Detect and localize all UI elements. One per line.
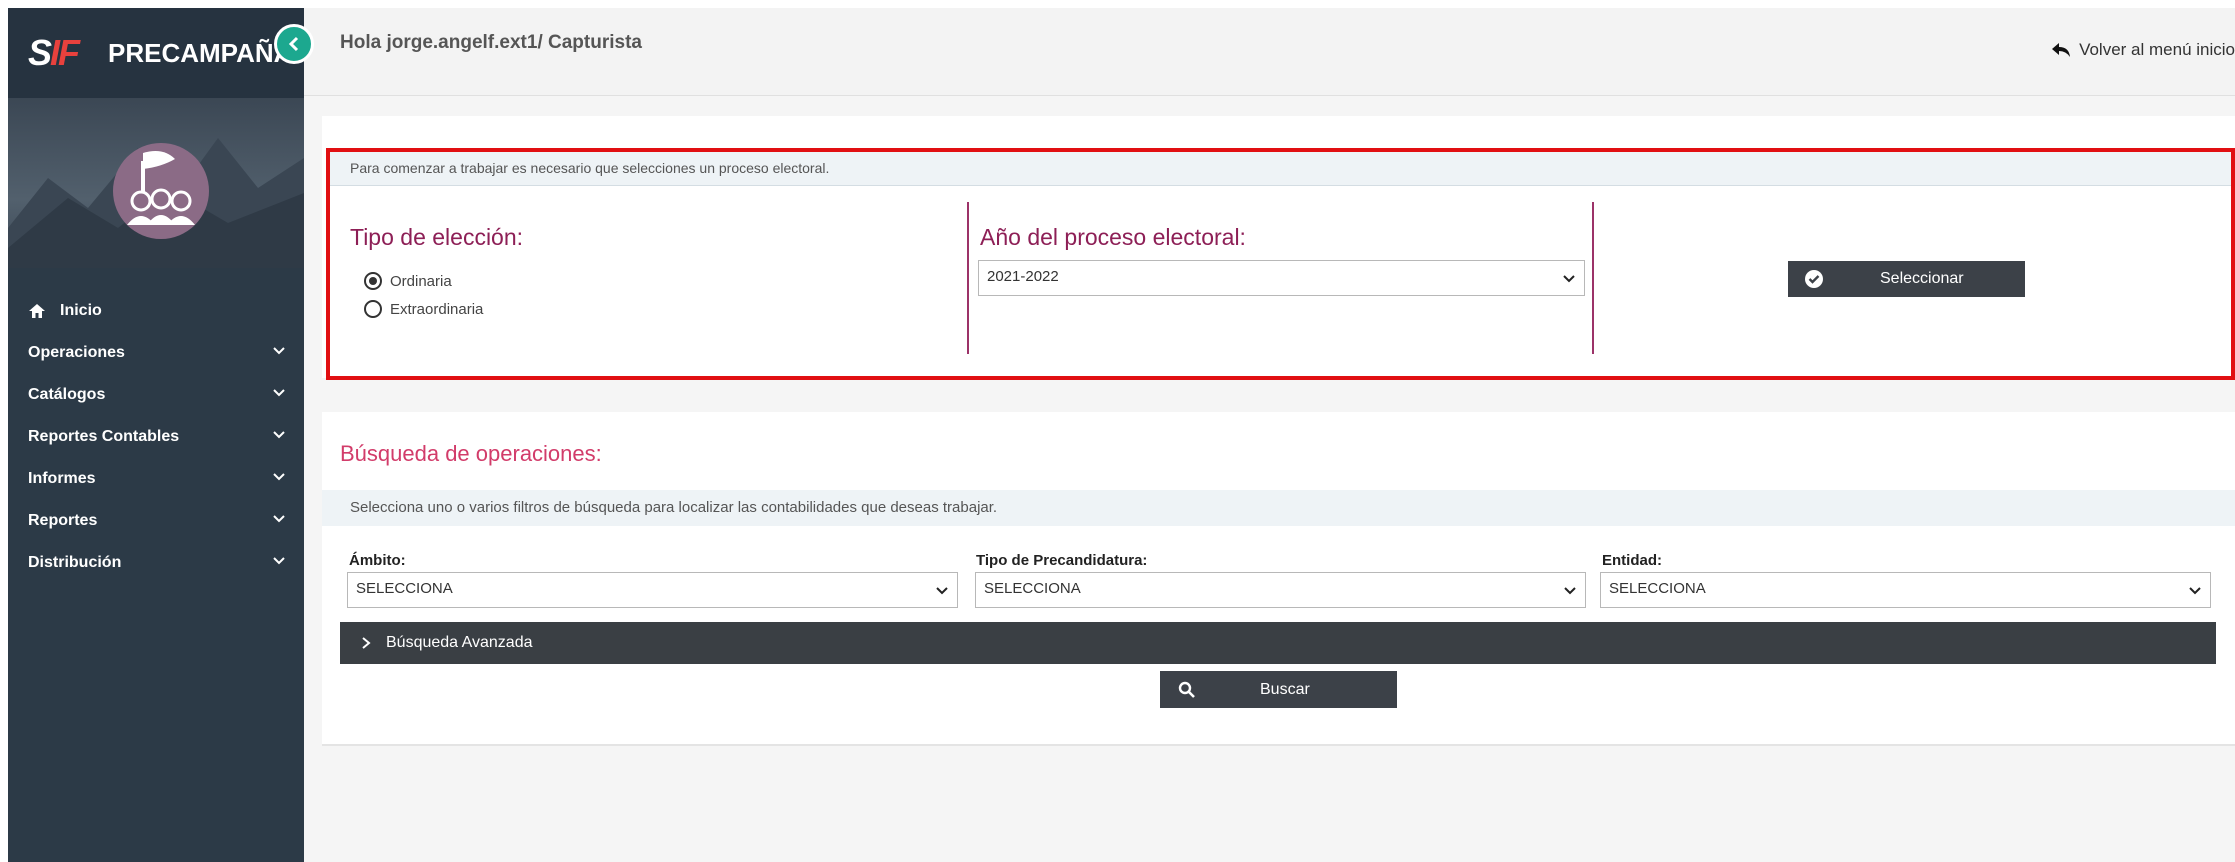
sidebar-item-label: Distribución (28, 554, 122, 571)
avatar (113, 143, 209, 239)
sidebar-collapse-button[interactable] (274, 24, 314, 64)
sidebar: SIF PRECAMPAÑA Inicio Operaciones Catálo… (8, 8, 304, 862)
home-icon (29, 304, 45, 318)
sidebar-item-label: Reportes (28, 512, 98, 529)
tipo-precandidatura-value: SELECCIONA (984, 580, 1081, 597)
entidad-select[interactable]: SELECCIONA (1600, 572, 2211, 608)
chevron-down-icon (273, 389, 285, 397)
anio-proceso-label: Año del proceso electoral: (980, 224, 1246, 250)
tipo-precandidatura-select[interactable]: SELECCIONA (975, 572, 1586, 608)
column-divider (967, 202, 969, 354)
sif-logo: SIF (28, 32, 80, 74)
chevron-right-icon (362, 637, 371, 649)
chevron-down-icon (1564, 587, 1576, 595)
ambito-select[interactable]: SELECCIONA (347, 572, 958, 608)
sidebar-item-inicio[interactable]: Inicio (8, 290, 304, 332)
ambito-label: Ámbito: (349, 552, 406, 569)
column-divider (1592, 202, 1594, 354)
sidebar-item-label: Catálogos (28, 386, 106, 403)
back-to-menu-link[interactable]: Volver al menú inicio (2051, 40, 2235, 60)
sidebar-item-reportes-contables[interactable]: Reportes Contables (8, 416, 304, 458)
sidebar-item-label: Operaciones (28, 344, 125, 361)
sidebar-item-catalogos[interactable]: Catálogos (8, 374, 304, 416)
check-circle-icon (1805, 270, 1823, 288)
chevron-down-icon (273, 557, 285, 565)
chevron-down-icon (273, 515, 285, 523)
ambito-value: SELECCIONA (356, 580, 453, 597)
busqueda-title: Búsqueda de operaciones: (340, 441, 602, 466)
sidebar-item-label: Informes (28, 470, 96, 487)
sidebar-item-operaciones[interactable]: Operaciones (8, 332, 304, 374)
radio-button-selected[interactable] (364, 272, 382, 290)
profile-banner (8, 98, 304, 268)
sidebar-nav: Inicio Operaciones Catálogos Reportes Co… (8, 290, 304, 584)
entidad-value: SELECCIONA (1609, 580, 1706, 597)
chevron-down-icon (273, 431, 285, 439)
logo-if: IF (50, 32, 80, 73)
tipo-precandidatura-label: Tipo de Precandidatura: (976, 552, 1148, 569)
busqueda-avanzada-toggle[interactable]: Búsqueda Avanzada (340, 622, 2216, 664)
radio-label: Ordinaria (390, 272, 452, 290)
chevron-down-icon (273, 473, 285, 481)
sidebar-item-label: Reportes Contables (28, 428, 180, 445)
sidebar-item-informes[interactable]: Informes (8, 458, 304, 500)
sidebar-item-label: Inicio (60, 302, 102, 319)
sidebar-item-reportes[interactable]: Reportes (8, 500, 304, 542)
anio-proceso-value: 2021-2022 (987, 268, 1059, 285)
logo-bar: SIF PRECAMPAÑA (8, 8, 304, 98)
radio-button[interactable] (364, 300, 382, 318)
top-bar: Hola jorge.angelf.ext1/ Capturista Volve… (304, 8, 2235, 96)
anio-proceso-select[interactable]: 2021-2022 (978, 260, 1585, 296)
search-icon (1178, 681, 1195, 698)
back-to-menu-label: Volver al menú inicio (2079, 40, 2235, 59)
chevron-left-icon (288, 36, 299, 52)
sidebar-item-distribucion[interactable]: Distribución (8, 542, 304, 584)
tipo-eleccion-label: Tipo de elección: (350, 224, 524, 250)
reply-arrow-icon (2052, 43, 2071, 57)
radio-extraordinaria[interactable]: Extraordinaria (364, 300, 483, 318)
busqueda-info-text: Selecciona uno o varios filtros de búsqu… (322, 490, 2235, 526)
buscar-button[interactable]: Buscar (1160, 671, 1397, 708)
radio-label: Extraordinaria (390, 300, 484, 318)
chevron-down-icon (1563, 275, 1575, 283)
app-title: PRECAMPAÑA (108, 38, 293, 68)
entidad-label: Entidad: (1602, 552, 1662, 569)
seleccionar-label: Seleccionar (1880, 270, 1964, 287)
buscar-label: Buscar (1260, 680, 1310, 698)
users-flag-icon (127, 151, 195, 225)
user-greeting: Hola jorge.angelf.ext1/ Capturista (340, 32, 642, 53)
radio-ordinaria[interactable]: Ordinaria (364, 272, 452, 290)
chevron-down-icon (936, 587, 948, 595)
chevron-down-icon (2189, 587, 2201, 595)
chevron-down-icon (273, 347, 285, 355)
busqueda-avanzada-label: Búsqueda Avanzada (386, 634, 533, 651)
seleccionar-button[interactable]: Seleccionar (1788, 261, 2025, 297)
logo-s: S (28, 32, 52, 73)
